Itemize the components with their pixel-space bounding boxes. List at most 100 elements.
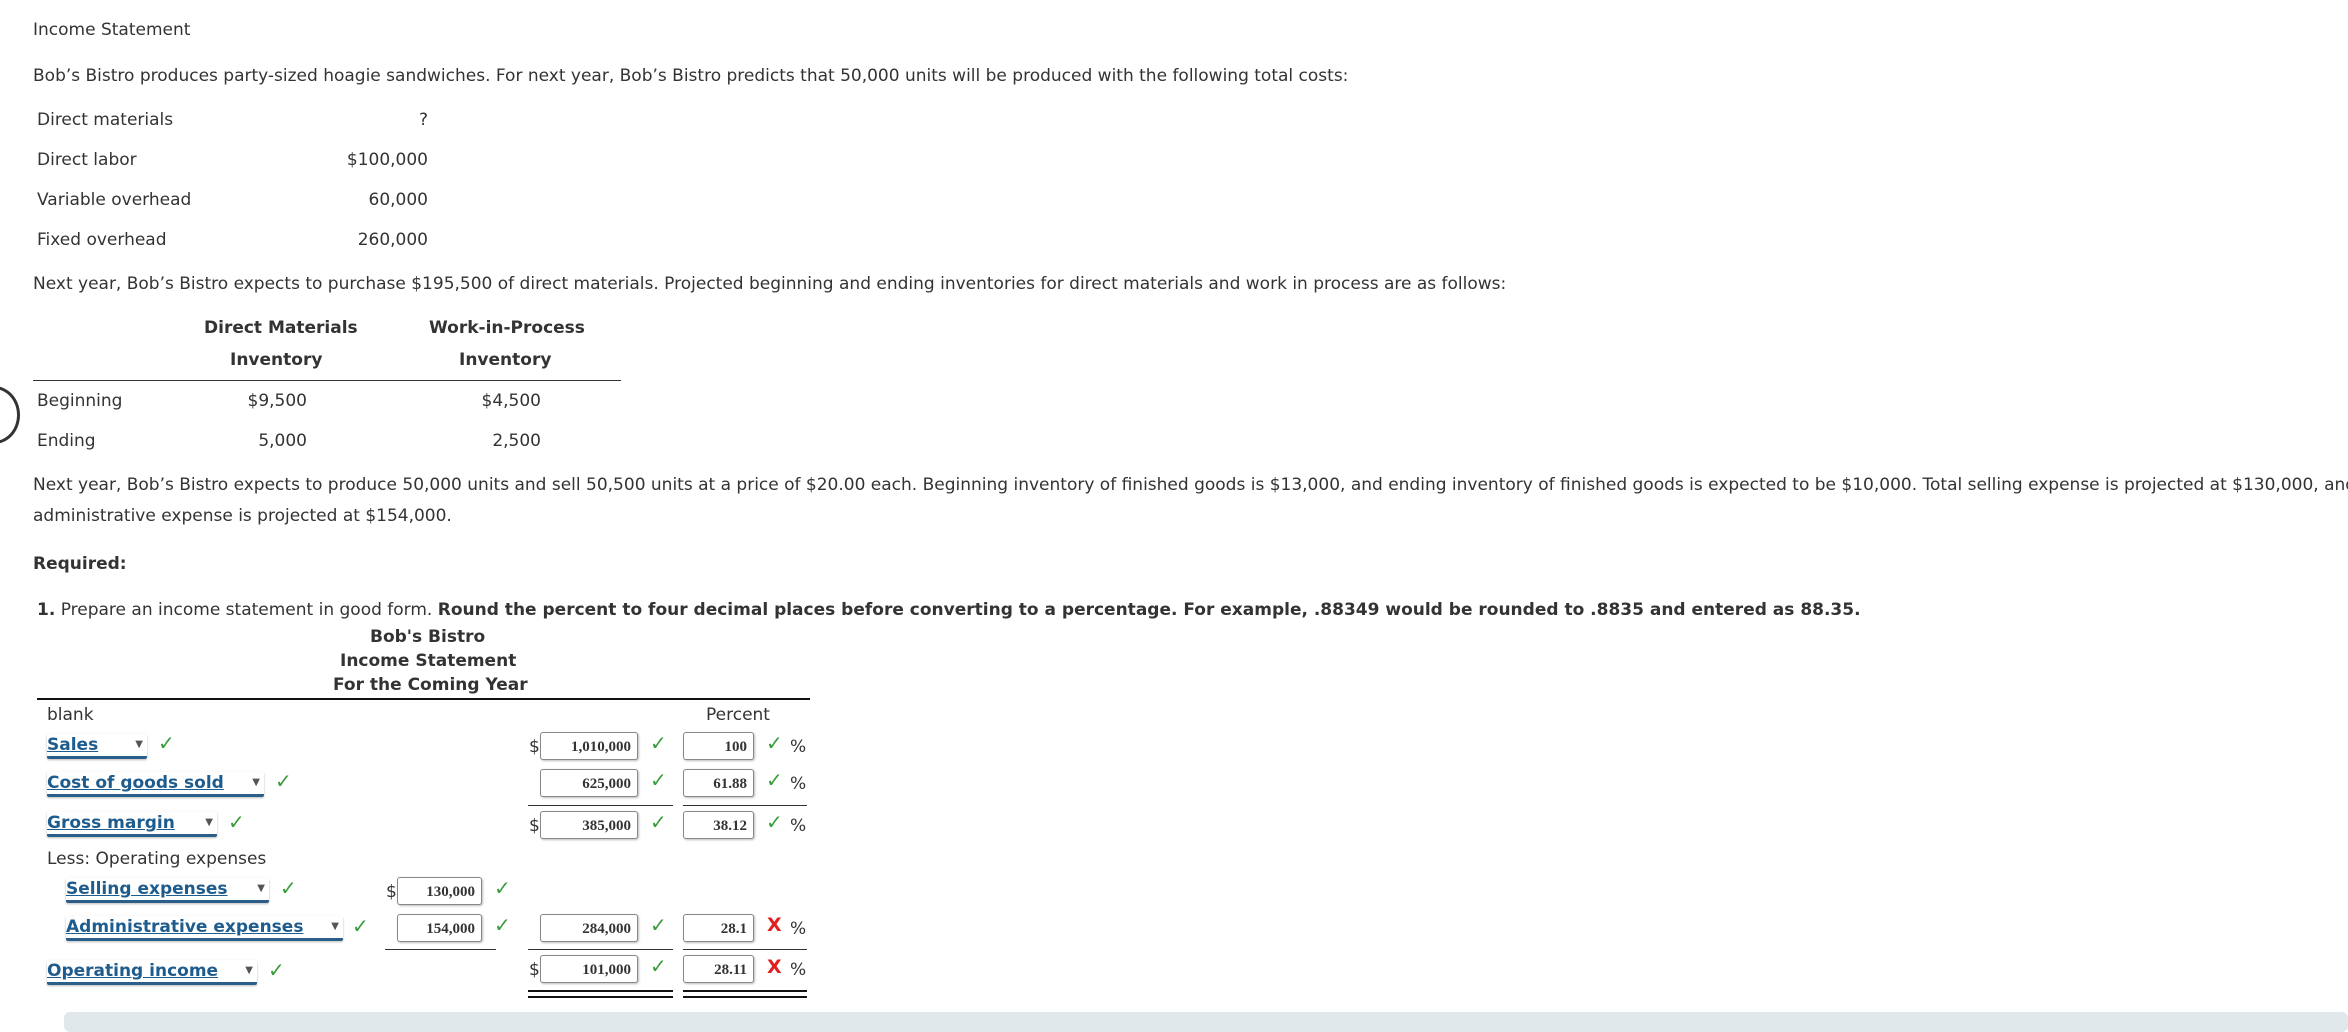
dollar-sign: $ — [529, 737, 540, 757]
cost-value: 60,000 — [368, 190, 428, 210]
cost-value: ? — [418, 110, 428, 130]
gross-margin-amount-input[interactable]: 385,000 — [540, 811, 638, 839]
page-title: Income Statement — [33, 20, 191, 40]
question-number: 1. — [37, 600, 56, 620]
dollar-sign: $ — [386, 882, 397, 902]
select-value: Gross margin — [47, 813, 175, 833]
line-item-select-cogs[interactable]: Cost of goods sold ▼ — [47, 772, 264, 797]
dollar-sign: $ — [529, 816, 540, 836]
cost-label: Fixed overhead — [37, 230, 167, 250]
selling-amount-input[interactable]: 130,000 — [397, 877, 482, 905]
dropdown-arrow-icon: ▼ — [257, 883, 265, 894]
percent-sign: % — [790, 774, 807, 794]
purchase-text: Next year, Bob’s Bistro expects to purch… — [33, 274, 1507, 294]
dropdown-arrow-icon: ▼ — [331, 921, 339, 932]
percent-sign: % — [790, 960, 807, 980]
check-icon: ✓ — [766, 768, 783, 792]
operating-income-amount-input[interactable]: 101,000 — [540, 955, 638, 983]
select-value: Operating income — [47, 961, 219, 981]
feedback-panel — [64, 1012, 2348, 1032]
incorrect-x-icon: X — [767, 914, 782, 936]
administrative-amount-input[interactable]: 154,000 — [397, 914, 482, 942]
statement-title: Income Statement — [340, 651, 517, 671]
question-instruction: Round the percent to four decimal places… — [437, 600, 1861, 620]
percent-sign: % — [790, 919, 807, 939]
check-icon: ✓ — [494, 876, 511, 900]
subtotal-line — [683, 805, 807, 806]
check-icon: ✓ — [650, 913, 667, 937]
header-wip-line2: Inventory — [459, 350, 552, 370]
subtotal-line — [683, 949, 807, 950]
incorrect-x-icon: X — [767, 956, 782, 978]
cogs-percent-input[interactable]: 61.88 — [683, 769, 754, 797]
sales-amount-input[interactable]: 1,010,000 — [540, 732, 638, 760]
gross-margin-percent-input[interactable]: 38.12 — [683, 811, 754, 839]
total-double-line — [528, 990, 673, 998]
header-dm-line2: Inventory — [230, 350, 323, 370]
percent-sign: % — [790, 816, 807, 836]
operating-expenses-percent-input[interactable]: 28.1 — [683, 914, 754, 942]
wip-value: 2,500 — [492, 431, 541, 451]
cost-label: Direct materials — [37, 110, 174, 130]
operating-income-percent-input[interactable]: 28.11 — [683, 955, 754, 983]
select-value: Selling expenses — [66, 879, 228, 899]
dropdown-arrow-icon: ▼ — [205, 817, 213, 828]
column-percent-label: Percent — [706, 705, 770, 725]
cost-value: 260,000 — [357, 230, 428, 250]
select-value: Administrative expenses — [66, 917, 304, 937]
check-icon: ✓ — [158, 731, 175, 755]
select-value: Cost of goods sold — [47, 773, 224, 793]
check-icon: ✓ — [650, 810, 667, 834]
check-icon: ✓ — [766, 810, 783, 834]
dollar-sign: $ — [529, 960, 540, 980]
dropdown-arrow-icon: ▼ — [252, 777, 260, 788]
check-icon: ✓ — [280, 876, 297, 900]
circle-mark — [0, 386, 20, 444]
check-icon: ✓ — [650, 731, 667, 755]
table-divider — [33, 380, 621, 381]
check-icon: ✓ — [766, 731, 783, 755]
sales-percent-input[interactable]: 100 — [683, 732, 754, 760]
sales-text-2: administrative expense is projected at $… — [33, 506, 452, 526]
check-icon: ✓ — [494, 913, 511, 937]
select-value: Sales — [47, 735, 99, 755]
check-icon: ✓ — [650, 954, 667, 978]
line-item-select-operating-income[interactable]: Operating income ▼ — [47, 960, 257, 985]
column-blank-label: blank — [47, 705, 94, 725]
company-name: Bob's Bistro — [370, 627, 486, 647]
row-label: Ending — [37, 431, 96, 451]
question-1: 1. Prepare an income statement in good f… — [37, 600, 1861, 620]
total-operating-expenses-input[interactable]: 284,000 — [540, 914, 638, 942]
check-icon: ✓ — [228, 810, 245, 834]
intro-text: Bob’s Bistro produces party-sized hoagie… — [33, 66, 1349, 86]
check-icon: ✓ — [275, 769, 292, 793]
cogs-amount-input[interactable]: 625,000 — [540, 769, 638, 797]
subtotal-line — [528, 949, 673, 950]
line-item-select-selling[interactable]: Selling expenses ▼ — [66, 878, 269, 903]
row-label: Beginning — [37, 391, 123, 411]
subtotal-line — [385, 949, 496, 950]
percent-sign: % — [790, 737, 807, 757]
subtotal-line — [528, 805, 673, 806]
line-item-select-administrative[interactable]: Administrative expenses ▼ — [66, 916, 343, 941]
line-item-select-sales[interactable]: Sales ▼ — [47, 734, 147, 759]
header-dm-line1: Direct Materials — [204, 318, 358, 338]
header-wip-line1: Work-in-Process — [429, 318, 585, 338]
cost-value: $100,000 — [346, 150, 428, 170]
check-icon: ✓ — [650, 768, 667, 792]
wip-value: $4,500 — [481, 391, 541, 411]
cost-label: Variable overhead — [37, 190, 192, 210]
check-icon: ✓ — [268, 958, 285, 982]
dropdown-arrow-icon: ▼ — [245, 965, 253, 976]
check-icon: ✓ — [352, 914, 369, 938]
cost-label: Direct labor — [37, 150, 137, 170]
total-double-line — [683, 990, 807, 998]
less-operating-expenses-label: Less: Operating expenses — [47, 849, 267, 869]
dm-value: $9,500 — [247, 391, 307, 411]
dm-value: 5,000 — [258, 431, 307, 451]
header-divider — [37, 698, 810, 700]
question-text: Prepare an income statement in good form… — [55, 600, 438, 620]
line-item-select-gross-margin[interactable]: Gross margin ▼ — [47, 812, 217, 837]
dropdown-arrow-icon: ▼ — [135, 739, 143, 750]
statement-period: For the Coming Year — [333, 675, 528, 695]
